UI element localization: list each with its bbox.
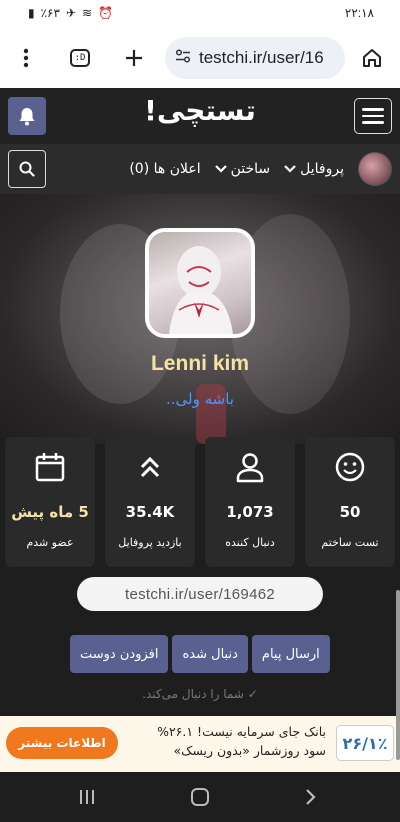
calendar-icon bbox=[5, 451, 95, 483]
nav-item-profile[interactable]: پروفایل bbox=[284, 161, 344, 177]
avatar[interactable] bbox=[358, 152, 392, 186]
clock: ۲۲:۱۸ bbox=[344, 6, 374, 20]
scrollbar[interactable] bbox=[396, 590, 400, 760]
recent-apps-icon[interactable] bbox=[72, 784, 102, 810]
back-icon[interactable] bbox=[296, 784, 326, 810]
stat-joined: 5 ماه پیش عضو شدم bbox=[5, 437, 95, 567]
home-button-icon[interactable] bbox=[185, 784, 215, 810]
profile-stats: 5 ماه پیش عضو شدم 35.4K بازدید پروفایل 1… bbox=[5, 437, 395, 567]
profile-avatar[interactable] bbox=[145, 228, 255, 338]
chevron-down-icon bbox=[284, 162, 296, 176]
status-icons: ▮ ٪۶۳ ✈ ≋ ⏰ bbox=[28, 6, 113, 20]
stat-followers[interactable]: 1,073 دنبال کننده bbox=[205, 437, 295, 567]
nav-item-label: ساختن bbox=[230, 161, 271, 177]
stat-label: عضو شدم bbox=[26, 536, 74, 549]
ad-text: بانک جای سرمایه نیست! ۲۶.۱% سود روزشمار … bbox=[126, 722, 326, 760]
tab-switcher-icon[interactable]: :D bbox=[66, 44, 94, 72]
ad-line-1: بانک جای سرمایه نیست! ۲۶.۱% bbox=[157, 724, 326, 739]
browser-toolbar: :D testchi.ir/user/16 bbox=[0, 28, 400, 88]
stat-value: 1,073 bbox=[226, 503, 274, 521]
site-logo[interactable]: تستچی! bbox=[120, 94, 280, 127]
site-nav: پروفایل ساختن اعلان ها (0) bbox=[0, 144, 400, 194]
profile-actions: افزودن دوست دنبال شده ارسال پیام bbox=[70, 635, 330, 673]
airplane-icon: ✈ bbox=[65, 6, 77, 20]
system-nav-bar bbox=[0, 772, 400, 822]
plus-icon[interactable] bbox=[120, 44, 148, 72]
nav-item-create[interactable]: ساختن bbox=[214, 161, 271, 177]
alarm-icon: ⏰ bbox=[98, 6, 114, 20]
ad-percent-badge: ۲۶/۱٪ bbox=[336, 725, 394, 761]
ad-line-2: سود روزشمار «بدون ریسک» bbox=[173, 743, 326, 758]
tab-label: :D bbox=[70, 49, 90, 67]
search-icon[interactable] bbox=[8, 150, 46, 188]
stat-label: دنبال کننده bbox=[225, 536, 275, 549]
battery-level: ٪۶۳ bbox=[40, 6, 60, 20]
address-bar[interactable]: testchi.ir/user/16 bbox=[165, 37, 345, 79]
stat-value: 50 bbox=[339, 503, 361, 521]
ad-banner[interactable]: ۲۶/۱٪ بانک جای سرمایه نیست! ۲۶.۱% سود رو… bbox=[0, 716, 400, 772]
stat-value: 5 ماه پیش bbox=[11, 503, 89, 521]
profile-hero: Lenni kim باشه ولی.. bbox=[0, 194, 400, 444]
chevrons-up-icon bbox=[105, 451, 195, 483]
stat-label: بازدید پروفایل bbox=[118, 536, 182, 549]
profile-username: Lenni kim bbox=[150, 352, 250, 375]
stat-tests-created[interactable]: 50 تست ساختم bbox=[305, 437, 395, 567]
url-text: testchi.ir/user/16 bbox=[199, 48, 324, 67]
followed-button[interactable]: دنبال شده bbox=[172, 635, 248, 673]
home-icon[interactable] bbox=[358, 44, 386, 72]
ad-more-info-button[interactable]: اطلاعات بیشتر bbox=[6, 727, 118, 759]
nav-item-notifications[interactable]: اعلان ها (0) bbox=[129, 161, 200, 177]
follows-you-note: ✓ شما را دنبال می‌کند. bbox=[142, 687, 258, 701]
profile-bio: باشه ولی.. bbox=[166, 390, 234, 408]
user-icon bbox=[205, 451, 295, 483]
hamburger-menu-icon[interactable] bbox=[354, 98, 392, 134]
add-friend-button[interactable]: افزودن دوست bbox=[70, 635, 169, 673]
site-header: تستچی! bbox=[0, 88, 400, 144]
site-settings-icon[interactable] bbox=[175, 49, 191, 67]
profile-url[interactable]: testchi.ir/user/169462 bbox=[77, 577, 323, 611]
wifi-icon: ≋ bbox=[82, 6, 93, 20]
send-message-button[interactable]: ارسال پیام bbox=[251, 635, 330, 673]
stat-value: 35.4K bbox=[125, 503, 175, 521]
battery-icon: ▮ bbox=[28, 6, 35, 20]
stat-label: تست ساختم bbox=[321, 536, 379, 549]
nav-item-label: اعلان ها (0) bbox=[129, 161, 201, 177]
nav-items: پروفایل ساختن اعلان ها (0) bbox=[129, 144, 392, 194]
nav-item-label: پروفایل bbox=[300, 161, 344, 177]
smile-icon bbox=[305, 451, 395, 483]
status-bar: ▮ ٪۶۳ ✈ ≋ ⏰ ۲۲:۱۸ bbox=[0, 0, 400, 28]
menu-dots-icon[interactable] bbox=[12, 44, 40, 72]
chevron-down-icon bbox=[214, 162, 227, 176]
bell-icon[interactable] bbox=[8, 97, 46, 135]
stat-profile-views: 35.4K بازدید پروفایل bbox=[105, 437, 195, 567]
